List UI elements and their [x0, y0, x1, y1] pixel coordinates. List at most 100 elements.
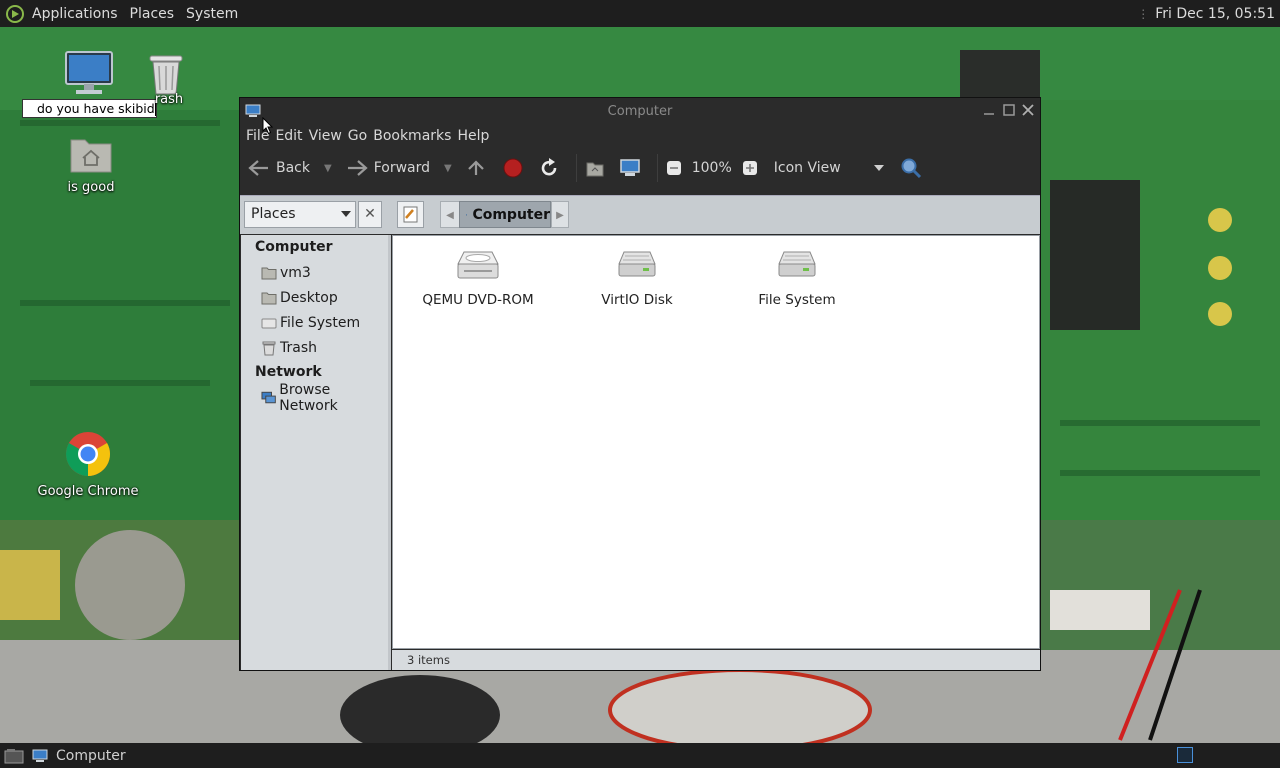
hard-disk-icon	[778, 251, 816, 277]
file-view[interactable]: QEMU DVD-ROM VirtIO Disk File System	[392, 235, 1040, 649]
back-history-dropdown[interactable]: ▼	[324, 163, 332, 174]
home-folder-icon	[261, 267, 277, 279]
toggle-location-entry-button[interactable]	[397, 201, 424, 228]
file-item-virtio-disk[interactable]: VirtIO Disk	[562, 246, 712, 308]
home-folder-icon	[70, 139, 112, 173]
menu-edit[interactable]: Edit	[275, 128, 302, 144]
view-mode-value: Icon View	[773, 160, 841, 176]
location-bar: Places ✕ ◀ Computer ▶	[240, 195, 1040, 234]
computer-window-icon[interactable]	[245, 103, 261, 119]
forward-history-dropdown[interactable]: ▼	[444, 163, 452, 174]
forward-arrow-icon	[347, 160, 368, 176]
file-item-label: File System	[758, 292, 836, 308]
distro-logo-icon[interactable]	[5, 4, 25, 24]
taskbar-item-computer[interactable]: Computer	[32, 748, 126, 764]
sidebar-resize-handle[interactable]	[388, 235, 391, 670]
desktop-icon-home-folder[interactable]: is good	[50, 132, 132, 195]
menu-bookmarks[interactable]: Bookmarks	[373, 128, 451, 144]
menu-go[interactable]: Go	[348, 128, 367, 144]
edit-location-icon	[403, 206, 418, 223]
desktop-rename-field[interactable]: do you have skibid	[22, 99, 157, 118]
breadcrumb-scroll-left[interactable]: ◀	[440, 201, 460, 228]
sidebar-item-trash[interactable]: Trash	[241, 335, 388, 360]
top-panel: Applications Places System ⋮ Fri Dec 15,…	[0, 0, 1280, 27]
close-x-icon: ✕	[364, 206, 376, 222]
chrome-icon	[66, 432, 110, 476]
window-titlebar[interactable]: Computer	[240, 98, 1040, 124]
places-menu[interactable]: Places	[129, 4, 176, 24]
window-title: Computer	[607, 103, 673, 119]
show-desktop-icon[interactable]	[4, 748, 24, 764]
zoom-level[interactable]: 100%	[692, 160, 732, 176]
sidebar-item-browse-network[interactable]: Browse Network	[241, 382, 388, 414]
maximize-icon[interactable]	[1001, 102, 1017, 118]
system-menu[interactable]: System	[185, 4, 239, 24]
close-icon[interactable]	[1020, 102, 1036, 118]
sidebar-item-label: vm3	[280, 264, 311, 281]
desktop-icon-trash[interactable]: rash	[144, 52, 188, 107]
hard-disk-icon	[618, 251, 656, 277]
sidebar-item-label: File System	[280, 314, 361, 331]
places-combo-value: Places	[251, 206, 296, 222]
home-icon[interactable]	[585, 159, 605, 177]
panel-grip-icon: ⋮	[1137, 6, 1150, 21]
bottom-panel: Computer	[0, 743, 1280, 768]
search-icon[interactable]	[900, 157, 922, 179]
zoom-out-icon[interactable]	[666, 160, 682, 176]
places-sidebar: Computer vm3 Desktop File System Trash N…	[241, 235, 388, 670]
chevron-down-icon	[341, 211, 351, 217]
desktop-trash-label: rash	[154, 92, 184, 107]
back-label: Back	[276, 160, 310, 176]
breadcrumb-computer[interactable]: Computer	[459, 201, 551, 228]
panel-clock[interactable]: Fri Dec 15, 05:51	[1155, 6, 1275, 22]
mouse-cursor-icon	[262, 117, 274, 135]
forward-button[interactable]: Forward	[346, 159, 430, 177]
file-item-label: VirtIO Disk	[601, 292, 673, 308]
desktop-home-folder-label: is good	[67, 180, 115, 195]
window-menubar: File Edit View Go Bookmarks Help	[240, 124, 1040, 148]
sidebar-item-file-system[interactable]: File System	[241, 310, 388, 335]
desktop-icon-google-chrome[interactable]: Google Chrome	[36, 430, 140, 499]
close-sidebar-button[interactable]: ✕	[358, 201, 382, 228]
desktop-folder-icon	[261, 292, 277, 304]
back-button[interactable]: Back	[248, 159, 310, 177]
optical-drive-icon	[457, 251, 499, 279]
taskbar-item-label: Computer	[56, 747, 126, 764]
computer-icon[interactable]	[619, 158, 641, 178]
places-combo[interactable]: Places	[244, 201, 356, 228]
applications-menu[interactable]: Applications	[31, 4, 119, 24]
file-item-file-system[interactable]: File System	[722, 246, 872, 308]
menu-help[interactable]: Help	[457, 128, 489, 144]
desktop-chrome-label: Google Chrome	[37, 484, 139, 499]
sidebar-item-vm3[interactable]: vm3	[241, 260, 388, 285]
status-text: 3 items	[407, 653, 450, 667]
sidebar-item-label: Trash	[280, 339, 317, 356]
stop-icon[interactable]	[502, 157, 524, 179]
breadcrumb-label: Computer	[472, 206, 550, 223]
sidebar-item-label: Browse Network	[279, 381, 338, 414]
workspace-switcher[interactable]	[1177, 747, 1193, 763]
trash-icon	[149, 55, 183, 95]
up-icon[interactable]	[466, 158, 486, 178]
minimize-icon[interactable]	[981, 102, 997, 118]
status-bar: 3 items	[392, 650, 1040, 670]
toolbar-separator	[575, 154, 577, 182]
back-arrow-icon	[248, 160, 268, 176]
desktop-icon-computer[interactable]	[62, 50, 116, 100]
menu-view[interactable]: View	[309, 128, 342, 144]
zoom-in-icon[interactable]	[742, 160, 758, 176]
file-item-label: QEMU DVD-ROM	[422, 292, 534, 308]
rename-text: do you have skibid	[37, 101, 155, 116]
sidebar-item-desktop[interactable]: Desktop	[241, 285, 388, 310]
toolbar-separator	[656, 154, 658, 182]
trash-icon	[262, 341, 276, 355]
view-mode-select[interactable]: Icon View	[774, 160, 884, 176]
network-icon	[261, 391, 276, 403]
file-manager-window: Computer File Edit View Go Bookmarks Hel…	[239, 97, 1041, 671]
reload-icon[interactable]	[538, 157, 560, 179]
drive-icon	[261, 318, 277, 328]
file-item-qemu-dvd-rom[interactable]: QEMU DVD-ROM	[403, 246, 553, 308]
window-toolbar: Back ▼ Forward ▼ 100% Icon View	[240, 148, 1040, 188]
computer-icon	[32, 749, 48, 762]
breadcrumb-scroll-right[interactable]: ▶	[551, 201, 569, 228]
